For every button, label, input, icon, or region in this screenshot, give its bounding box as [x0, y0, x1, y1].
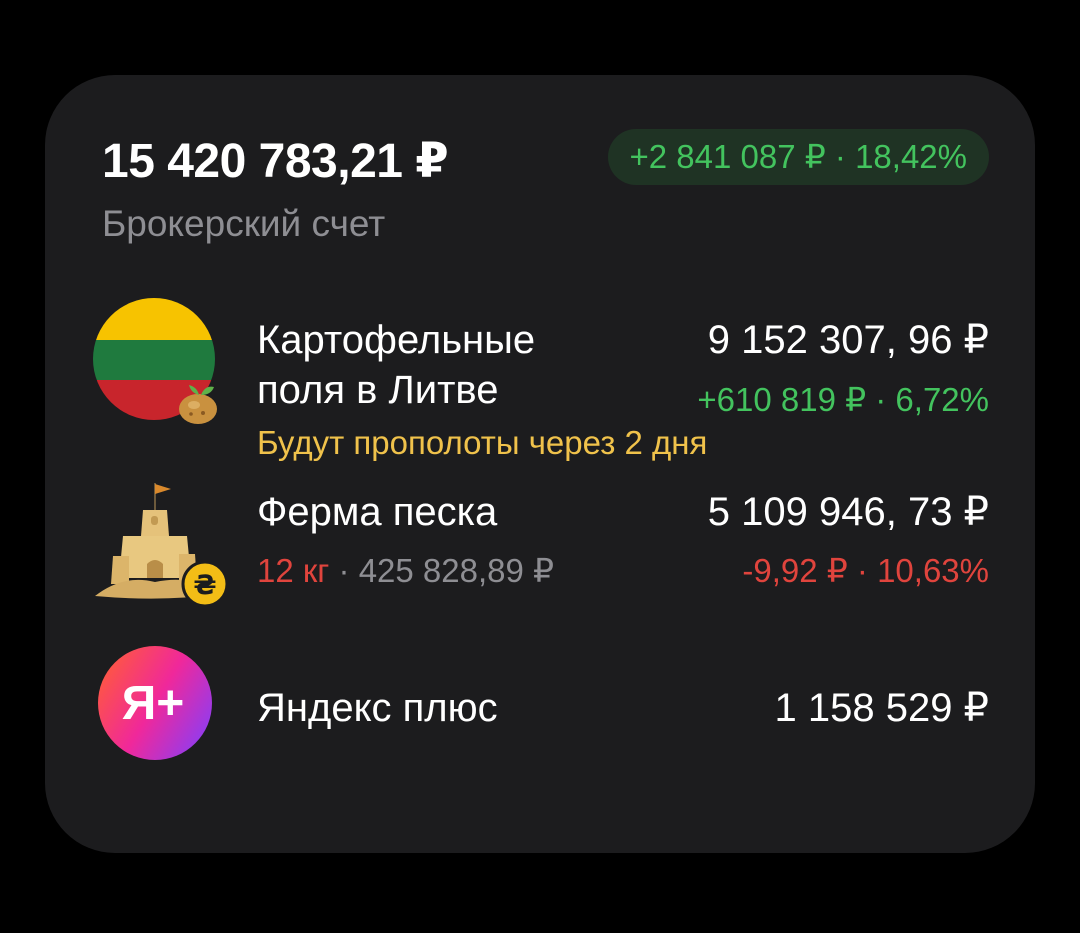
asset-value: 9 152 307, 96 ₽: [707, 318, 989, 362]
asset-value: 5 109 946, 73 ₽: [707, 490, 989, 534]
account-label: Брокерский счет: [102, 203, 386, 244]
svg-text:₴: ₴: [193, 570, 216, 601]
asset-name: Ферма песка: [257, 490, 498, 534]
portfolio-total: 15 420 783,21 ₽: [102, 135, 449, 188]
asset-change: -9,92 ₽ · 10,63%: [742, 552, 989, 589]
asset-sub-separator: ·: [329, 552, 359, 589]
yandex-plus-icon: Я+: [98, 646, 212, 760]
asset-avg-price: 425 828,89 ₽: [358, 552, 555, 589]
brokerage-account-card[interactable]: 15 420 783,21 ₽ +2 841 087 ₽ · 18,42% Бр…: [45, 75, 1035, 853]
asset-sub-info: 12 кг · 425 828,89 ₽: [257, 551, 554, 591]
asset-name-line1: Картофельные: [257, 318, 536, 362]
svg-text:Я+: Я+: [122, 677, 185, 730]
asset-name-line2: поля в Литве: [257, 368, 499, 412]
asset-quantity: 12 кг: [257, 552, 330, 589]
portfolio-gain-badge: +2 841 087 ₽ · 18,42%: [607, 129, 989, 185]
asset-note: Будут прополоты через 2 дня: [257, 424, 708, 461]
asset-change: +610 819 ₽ · 6,72%: [697, 381, 989, 418]
asset-value: 1 158 529 ₽: [774, 686, 989, 730]
lithuania-flag-icon: [93, 295, 223, 425]
asset-name: Яндекс плюс: [257, 686, 498, 730]
sandcastle-icon: ₴: [93, 478, 229, 608]
